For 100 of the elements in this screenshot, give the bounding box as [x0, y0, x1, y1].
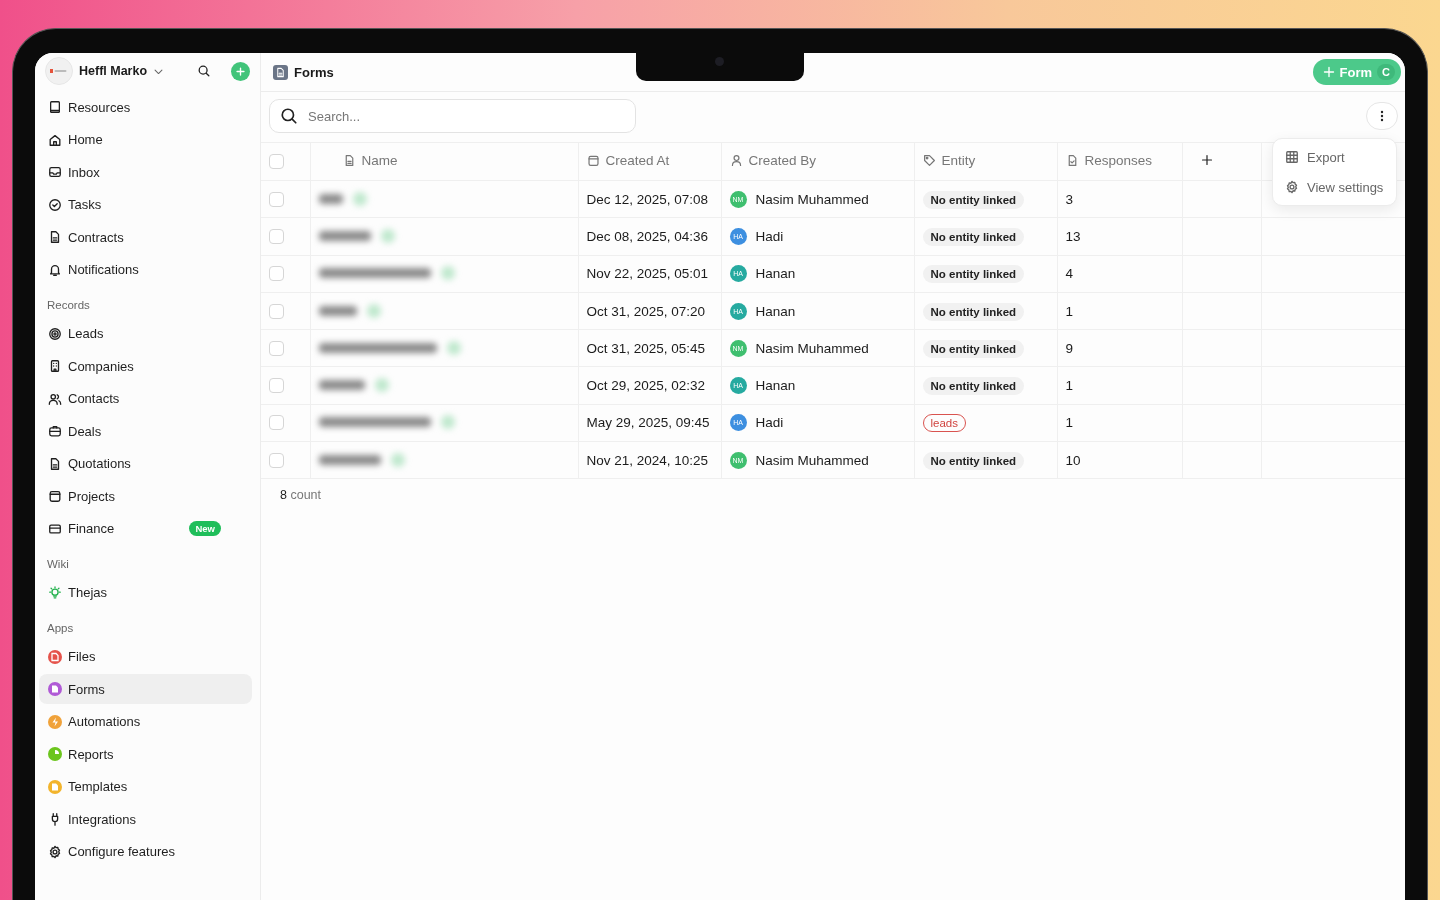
sidebar-item[interactable]: Inbox: [39, 157, 252, 187]
row-checkbox[interactable]: [269, 228, 284, 244]
add-button[interactable]: [231, 61, 250, 81]
select-all-checkbox[interactable]: [269, 154, 284, 169]
card-icon: [48, 521, 62, 536]
people-icon: [48, 391, 62, 406]
page-title: Forms: [294, 64, 334, 80]
search-icon: [197, 64, 211, 78]
entity-chip: No entity linked: [922, 377, 1025, 396]
inbox-icon: [48, 165, 62, 179]
sidebar-item[interactable]: Automations: [39, 706, 252, 737]
document-icon: [48, 456, 62, 471]
plus-icon: [235, 65, 246, 77]
document-icon: [48, 230, 62, 244]
row-count: 8 count: [279, 487, 323, 505]
creator-name: Nasim Muhammed: [755, 452, 869, 468]
book-icon: [48, 100, 62, 114]
sidebar-item[interactable]: Companies: [39, 351, 252, 381]
person-icon: [729, 154, 743, 167]
entity-chip: No entity linked: [922, 227, 1025, 246]
blurred-name: [318, 303, 381, 318]
sidebar-item[interactable]: Tasks: [39, 189, 252, 220]
blurred-name: [318, 378, 389, 393]
blurred-name: [318, 191, 367, 206]
row-checkbox[interactable]: [269, 452, 284, 468]
table-icon: [1285, 150, 1299, 164]
row-checkbox[interactable]: [269, 415, 284, 431]
creator-name: Hadi: [755, 228, 784, 244]
responses-count: 13: [1065, 228, 1081, 244]
more-options-button[interactable]: [1366, 102, 1398, 130]
shortcut-key: C: [1377, 64, 1395, 80]
responses-count: 10: [1065, 452, 1081, 468]
column-header[interactable]: Entity: [922, 153, 976, 168]
sidebar-item[interactable]: Configure features: [39, 836, 252, 867]
sidebar-item[interactable]: Forms: [39, 674, 252, 704]
sidebar-item[interactable]: Deals: [39, 416, 252, 446]
section-heading: Records: [47, 298, 91, 311]
gear-icon: [48, 844, 62, 859]
briefcase-icon: [48, 424, 62, 438]
building-icon: [48, 359, 62, 373]
new-badge: New: [189, 521, 221, 536]
sidebar-item[interactable]: Files: [39, 641, 252, 672]
sidebar-item[interactable]: Leads: [39, 318, 252, 349]
column-header[interactable]: Created By: [729, 153, 817, 168]
column-header[interactable]: Name: [342, 153, 398, 168]
sidebar-item[interactable]: Integrations: [39, 804, 252, 834]
entity-chip: No entity linked: [922, 339, 1025, 358]
created-at: Oct 31, 2025, 07:20: [586, 303, 706, 319]
created-at: May 29, 2025, 09:45: [586, 415, 710, 431]
responses-count: 1: [1065, 303, 1073, 319]
entity-chip: No entity linked: [922, 265, 1025, 284]
section-heading: Apps: [47, 621, 75, 634]
creator-name: Hadi: [755, 415, 784, 431]
search-field[interactable]: Search...: [269, 99, 636, 133]
kebab-menu-icon: [1380, 110, 1384, 122]
workspace-logo[interactable]: [45, 57, 73, 85]
add-column-icon[interactable]: [1200, 154, 1213, 166]
sidebar-item[interactable]: Contacts: [39, 383, 252, 414]
sidebar-item[interactable]: Resources: [39, 92, 252, 122]
menu-item[interactable]: View settings: [1273, 172, 1396, 202]
row-checkbox[interactable]: [269, 266, 284, 282]
search-button[interactable]: [197, 64, 211, 78]
creator-name: Hanan: [755, 303, 796, 319]
created-at: Dec 08, 2025, 04:36: [586, 228, 709, 244]
row-checkbox[interactable]: [269, 340, 284, 356]
entity-chip: No entity linked: [922, 451, 1025, 470]
responses-count: 3: [1065, 191, 1073, 207]
sidebar-item[interactable]: Contracts: [39, 222, 252, 252]
created-at: Dec 12, 2025, 07:08: [586, 191, 709, 207]
sidebar-item[interactable]: Reports: [39, 739, 252, 769]
sidebar-item[interactable]: Home: [39, 124, 252, 155]
row-checkbox[interactable]: [269, 191, 284, 207]
created-at: Nov 22, 2025, 05:01: [586, 266, 709, 282]
row-checkbox[interactable]: [269, 378, 284, 394]
sidebar-item[interactable]: Quotations: [39, 448, 252, 479]
bell-icon: [48, 262, 62, 277]
target-icon: [48, 326, 62, 341]
sidebar-item[interactable]: Projects: [39, 481, 252, 511]
creator-name: Hanan: [755, 378, 796, 394]
row-checkbox[interactable]: [269, 303, 284, 319]
responses-count: 1: [1065, 378, 1073, 394]
responses-count: 4: [1065, 266, 1073, 282]
search-icon: [280, 107, 298, 125]
creator-name: Hanan: [755, 266, 796, 282]
sidebar-item[interactable]: Templates: [39, 771, 252, 802]
created-at: Oct 29, 2025, 02:32: [586, 378, 706, 394]
sidebar-item[interactable]: Notifications: [39, 254, 252, 285]
tag-icon: [922, 154, 936, 167]
created-at: Nov 21, 2024, 10:25: [586, 452, 709, 468]
check-circle-icon: [48, 197, 62, 212]
lightbulb-icon: [48, 585, 62, 600]
creator-name: Nasim Muhammed: [755, 191, 869, 207]
responses-count: 1: [1065, 415, 1073, 431]
sidebar-item[interactable]: Finance New: [39, 513, 252, 544]
calendar-icon: [48, 489, 62, 503]
workspace-name[interactable]: Heffl Marko: [79, 64, 148, 78]
sidebar-item[interactable]: Thejas: [39, 577, 252, 608]
entity-chip: No entity linked: [922, 302, 1025, 321]
home-icon: [48, 132, 62, 147]
menu-item[interactable]: Export: [1273, 142, 1396, 172]
